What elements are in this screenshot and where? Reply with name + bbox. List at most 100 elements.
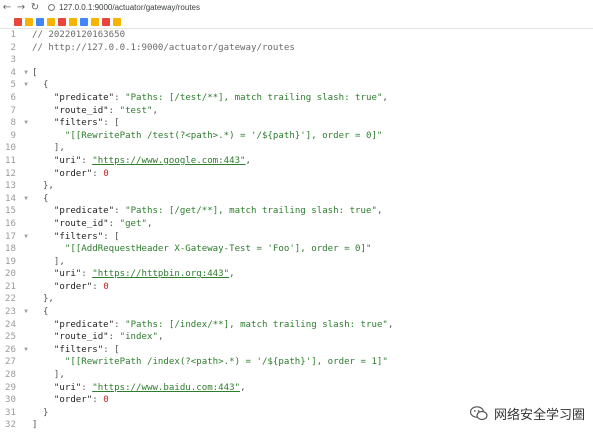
code-line: 24 "predicate": "Paths: [/index/**], mat… bbox=[0, 319, 593, 332]
code-line: 5 ▼ { bbox=[0, 79, 593, 92]
json-key: "filters" bbox=[53, 118, 104, 129]
fold-toggle-icon[interactable]: ▼ bbox=[20, 67, 32, 80]
bookmark-icon-10[interactable] bbox=[113, 17, 121, 26]
json-key: "uri" bbox=[53, 269, 82, 280]
code-line: 7 "route_id": "test", bbox=[0, 105, 593, 118]
line-number: 29 bbox=[5, 382, 16, 393]
url-text: 127.0.0.1:9000/actuator/gateway/routes bbox=[59, 3, 200, 12]
bookmark-icon-7[interactable] bbox=[80, 17, 88, 26]
code-line: 10 ], bbox=[0, 142, 593, 155]
line-number: 19 bbox=[5, 256, 16, 267]
json-key: "order" bbox=[53, 395, 93, 406]
line-number: 14 bbox=[5, 193, 16, 204]
json-key: "uri" bbox=[53, 382, 82, 393]
line-number: 8 bbox=[10, 118, 16, 129]
line-number: 12 bbox=[5, 168, 16, 179]
order-value: 0 bbox=[103, 395, 109, 406]
line-number: 27 bbox=[5, 357, 16, 368]
json-viewer: 1 // 20220120163650 2 // http://127.0.0.1:… bbox=[0, 29, 593, 432]
order-value: 0 bbox=[103, 281, 109, 292]
json-key: "route_id" bbox=[53, 332, 109, 343]
code-line: 2 // http://127.0.0.1:9000/actuator/gatew… bbox=[0, 42, 593, 55]
fold-toggle-icon[interactable]: ▼ bbox=[20, 344, 32, 357]
code-line: 14 ▼ { bbox=[0, 193, 593, 206]
line-number: 15 bbox=[5, 206, 16, 217]
line-number: 5 bbox=[10, 80, 16, 91]
line-number: 24 bbox=[5, 319, 16, 330]
predicate-value: "Paths: [/test/**], match trailing slash… bbox=[125, 92, 383, 103]
code-line: 9 "[[RewritePath /test(?<path>.*) = '/${… bbox=[0, 130, 593, 143]
url-comment: // http://127.0.0.1:9000/actuator/gatewa… bbox=[32, 42, 295, 53]
fold-toggle-icon[interactable]: ▼ bbox=[20, 117, 32, 130]
code-line: 16 "route_id": "get", bbox=[0, 218, 593, 231]
bookmark-icon-2[interactable] bbox=[25, 17, 33, 26]
code-line: 8 ▼ "filters": [ bbox=[0, 117, 593, 130]
watermark-text: 网络安全学习圈 bbox=[493, 408, 585, 423]
line-number: 31 bbox=[5, 407, 16, 418]
bookmark-icon-8[interactable] bbox=[91, 17, 99, 26]
code-line: 27 "[[RewritePath /index(?<path>.*) = '/… bbox=[0, 356, 593, 369]
fold-toggle-icon[interactable]: ▼ bbox=[20, 79, 32, 92]
code-line: 1 // 20220120163650 bbox=[0, 29, 593, 42]
fold-toggle-icon[interactable]: ▼ bbox=[20, 193, 32, 206]
filter-value: "[[RewritePath /index(?<path>.*) = '/${p… bbox=[64, 357, 388, 368]
json-key: "filters" bbox=[53, 344, 104, 355]
line-number: 11 bbox=[5, 155, 16, 166]
reload-icon[interactable]: ↻ bbox=[28, 0, 42, 15]
json-key: "uri" bbox=[53, 155, 82, 166]
code-line: 20 "uri": "https://httpbin.org:443", bbox=[0, 268, 593, 281]
line-number: 26 bbox=[5, 344, 16, 355]
code-line: 3 bbox=[0, 54, 593, 67]
json-key: "filters" bbox=[53, 231, 104, 242]
code-line: 4 ▼[ bbox=[0, 67, 593, 80]
line-number: 2 bbox=[10, 42, 16, 53]
predicate-value: "Paths: [/get/**], match trailing slash:… bbox=[125, 206, 377, 217]
uri-link[interactable]: "https://www.google.com:443" bbox=[92, 156, 245, 166]
route-id-value: "test" bbox=[119, 105, 153, 116]
site-info-icon[interactable] bbox=[48, 4, 55, 11]
code-line: 6 "predicate": "Paths: [/test/**], match… bbox=[0, 92, 593, 105]
code-line: 21 "order": 0 bbox=[0, 281, 593, 294]
forward-arrow-icon[interactable]: → bbox=[14, 0, 28, 15]
bookmark-icon-5[interactable] bbox=[58, 17, 66, 26]
code-line: 28 ], bbox=[0, 369, 593, 382]
wechat-logo-icon bbox=[469, 406, 488, 421]
fold-toggle-icon[interactable]: ▼ bbox=[20, 231, 32, 244]
json-key: "predicate" bbox=[53, 206, 115, 217]
filter-value: "[[AddRequestHeader X-Gateway-Test = 'Fo… bbox=[64, 244, 372, 255]
code-line: 18 "[[AddRequestHeader X-Gateway-Test = … bbox=[0, 243, 593, 256]
route-id-value: "index" bbox=[119, 332, 158, 343]
code-line: 25 "route_id": "index", bbox=[0, 331, 593, 344]
json-key: "predicate" bbox=[53, 92, 115, 103]
json-key: "order" bbox=[53, 281, 93, 292]
uri-link[interactable]: "https://httpbin.org:443" bbox=[92, 269, 229, 279]
order-value: 0 bbox=[103, 168, 109, 179]
line-number: 28 bbox=[5, 370, 16, 381]
line-number: 23 bbox=[5, 307, 16, 318]
filter-value: "[[RewritePath /test(?<path>.*) = '/${pa… bbox=[64, 130, 383, 141]
bookmark-icon-3[interactable] bbox=[36, 17, 44, 26]
bookmark-icon-9[interactable] bbox=[102, 17, 110, 26]
line-number: 20 bbox=[5, 269, 16, 280]
json-key: "order" bbox=[53, 168, 93, 179]
browser-toolbar: ← → ↻ 127.0.0.1:9000/actuator/gateway/ro… bbox=[0, 0, 593, 15]
code-line: 13 }, bbox=[0, 180, 593, 193]
route-id-value: "get" bbox=[119, 218, 147, 229]
code-line: 22 }, bbox=[0, 293, 593, 306]
back-arrow-icon[interactable]: ← bbox=[0, 0, 14, 15]
code-line: 12 "order": 0 bbox=[0, 168, 593, 181]
line-number: 32 bbox=[5, 420, 16, 431]
json-key: "predicate" bbox=[53, 319, 115, 330]
address-bar[interactable]: 127.0.0.1:9000/actuator/gateway/routes bbox=[48, 1, 200, 14]
fold-toggle-icon[interactable]: ▼ bbox=[20, 306, 32, 319]
uri-link[interactable]: "https://www.baidu.com:443" bbox=[92, 383, 240, 393]
bookmark-icon-4[interactable] bbox=[47, 17, 55, 26]
line-number: 16 bbox=[5, 218, 16, 229]
line-number: 4 bbox=[10, 67, 16, 78]
line-number: 9 bbox=[10, 130, 16, 141]
line-number: 25 bbox=[5, 332, 16, 343]
bookmark-icon-6[interactable] bbox=[69, 17, 77, 26]
code-line: 11 "uri": "https://www.google.com:443", bbox=[0, 155, 593, 168]
bookmark-icon-1[interactable] bbox=[14, 17, 22, 26]
line-number: 21 bbox=[5, 281, 16, 292]
